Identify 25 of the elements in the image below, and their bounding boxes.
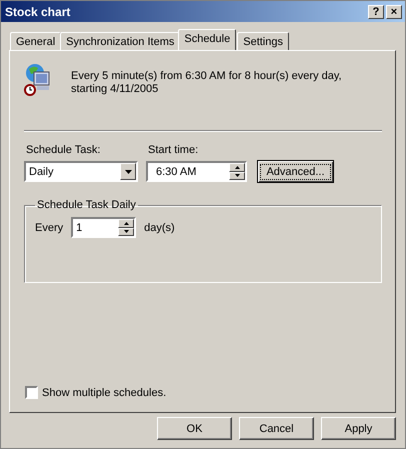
schedule-task-label: Schedule Task: [25, 144, 102, 156]
tab[interactable]: Synchronization Items [60, 32, 180, 50]
spin-arrows-icon[interactable] [229, 163, 245, 180]
days-unit-label: day(s) [144, 222, 175, 234]
close-button[interactable]: × [386, 4, 402, 18]
checkbox[interactable] [25, 386, 38, 399]
schedule-task-dropdown[interactable]: Daily [24, 161, 138, 182]
cancel-button[interactable]: Cancel [239, 417, 314, 440]
apply-button[interactable]: Apply [321, 417, 396, 440]
window-title: Stock chart [5, 4, 70, 18]
tab[interactable]: General [10, 32, 62, 50]
start-time-field[interactable]: 6:30 AM [146, 161, 247, 182]
group-title: Schedule Task Daily [36, 199, 137, 211]
tab[interactable]: Schedule [178, 29, 236, 50]
every-field[interactable]: 1 [71, 217, 136, 238]
start-time-label: Start time: [147, 144, 200, 156]
globe-computer-icon [24, 62, 52, 96]
tab[interactable]: Settings [237, 32, 289, 50]
schedule-summary: Every 5 minute(s) from 6:30 AM for 8 hour(s) every day, starting 4/11/2005 [71, 69, 343, 96]
checkbox-label[interactable]: Show multiple schedules. [42, 386, 166, 398]
spin-arrows-icon[interactable] [118, 219, 134, 236]
ok-button[interactable]: OK [157, 417, 232, 440]
every-label: Every [35, 222, 64, 234]
help-button[interactable]: ? [368, 4, 384, 18]
advanced-button[interactable]: Advanced... [257, 160, 334, 183]
